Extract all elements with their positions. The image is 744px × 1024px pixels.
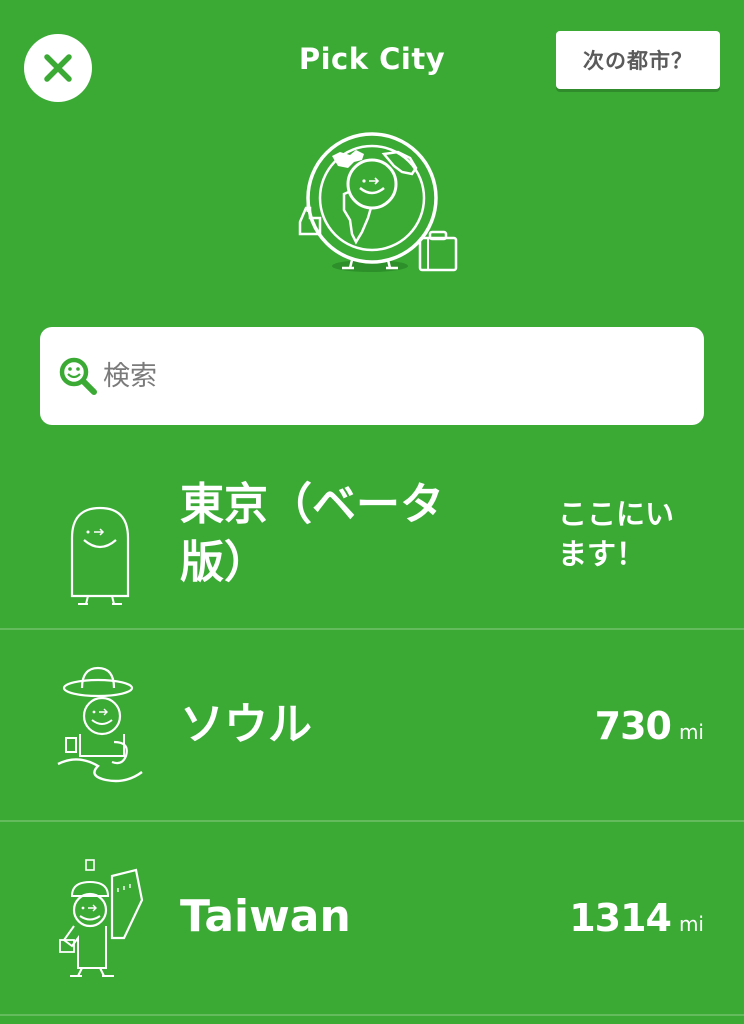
search-icon	[57, 355, 99, 397]
pick-city-screen: Pick City 次の都市？ 検索 東京（ベータ版） ここにいます！ ソウル …	[0, 0, 744, 1024]
city-list: 東京（ベータ版） ここにいます！ ソウル 730 mi Taiwan 1314 …	[0, 436, 744, 1016]
seoul-mascot-icon	[57, 666, 143, 783]
city-row-seoul[interactable]: ソウル 730 mi	[0, 630, 744, 822]
tokyo-mascot-icon	[70, 506, 130, 605]
city-distance: 730 mi	[595, 704, 704, 748]
city-name: ソウル	[180, 699, 312, 750]
city-row-tokyo[interactable]: 東京（ベータ版） ここにいます！	[0, 436, 744, 630]
distance-unit: mi	[678, 912, 704, 936]
city-name: Taiwan	[180, 891, 351, 942]
distance-value: 1314	[569, 896, 672, 940]
search-input[interactable]	[103, 346, 683, 406]
search-bar[interactable]	[40, 327, 704, 425]
city-distance: 1314 mi	[569, 896, 704, 940]
current-location-label: ここにいます！	[558, 497, 675, 571]
globe-mascot-icon	[298, 132, 458, 272]
distance-unit: mi	[678, 720, 704, 744]
taiwan-mascot-icon	[59, 859, 144, 977]
city-name: 東京（ベータ版）	[180, 479, 444, 588]
next-city-button[interactable]: 次の都市？	[556, 31, 720, 89]
distance-value: 730	[594, 704, 672, 748]
city-row-taiwan[interactable]: Taiwan 1314 mi	[0, 822, 744, 1016]
